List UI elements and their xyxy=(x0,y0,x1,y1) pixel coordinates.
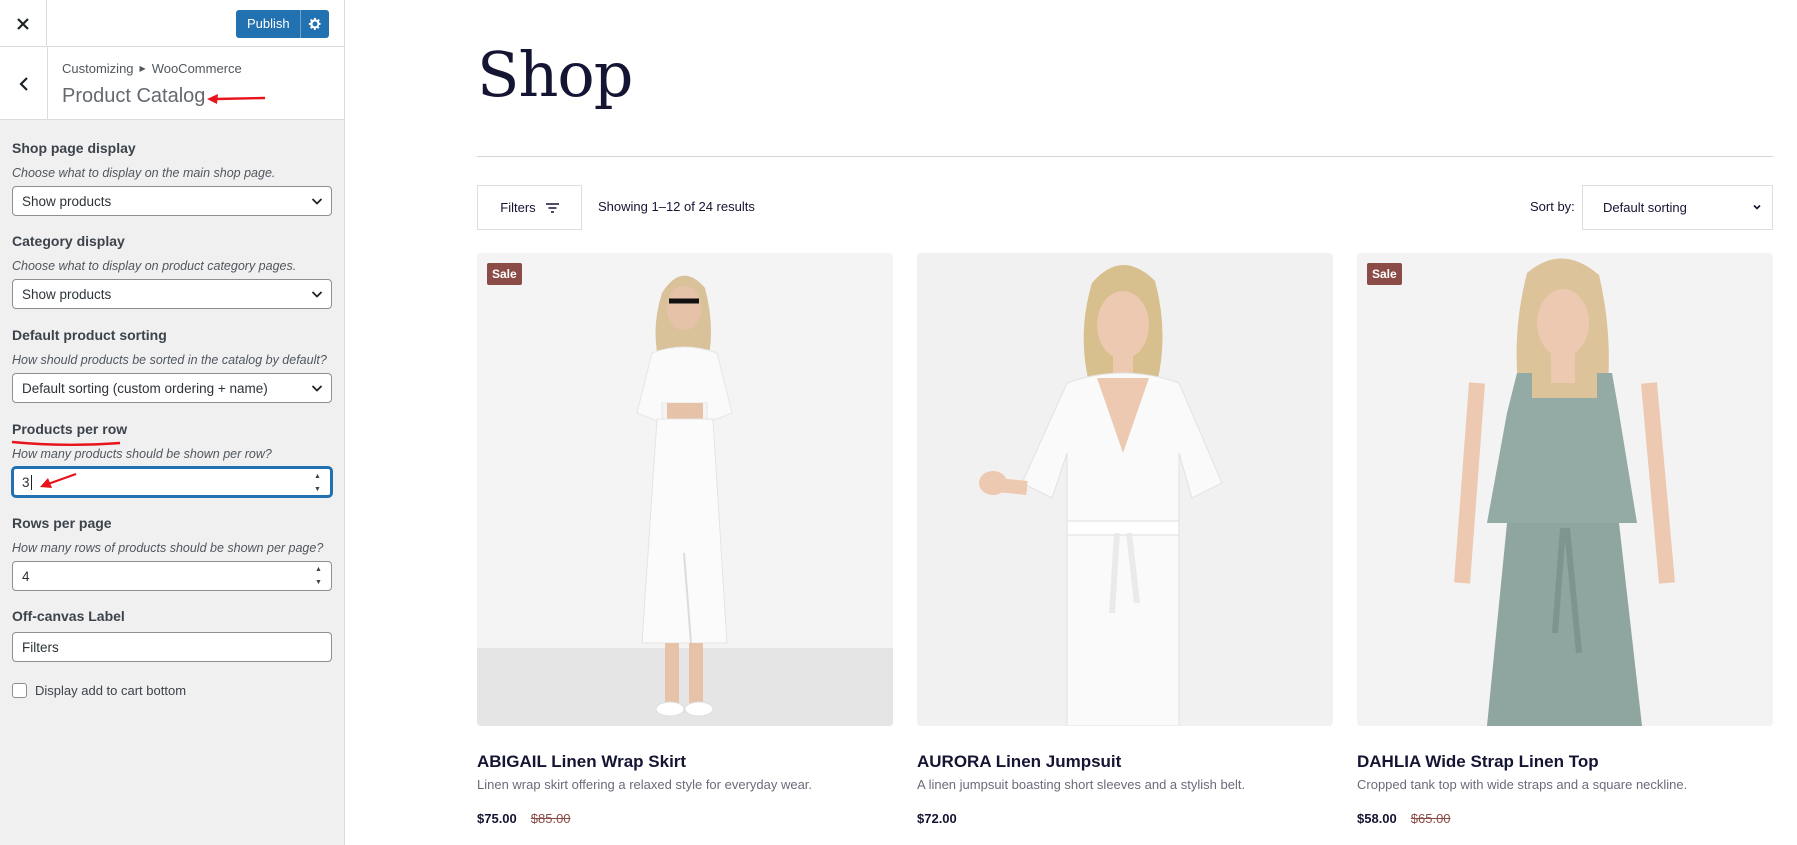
product-description: A linen jumpsuit boasting short sleeves … xyxy=(917,777,1246,792)
control-shop-page-display: Shop page display Choose what to display… xyxy=(12,140,334,216)
product-photo xyxy=(477,253,893,726)
spin-up-icon[interactable]: ▲ xyxy=(315,565,323,574)
sort-value: Default sorting xyxy=(1603,200,1687,215)
filters-label: Filters xyxy=(500,200,536,215)
filters-button[interactable]: Filters xyxy=(477,185,582,230)
control-default-sorting: Default product sorting How should produ… xyxy=(12,327,334,403)
page-title: Shop xyxy=(477,38,633,111)
spin-up-icon[interactable]: ▲ xyxy=(314,472,322,481)
control-offcanvas-label: Off-canvas Label Filters xyxy=(12,608,334,662)
current-price: $75.00 xyxy=(477,811,517,826)
control-description: Choose what to display on the main shop … xyxy=(12,166,276,180)
number-spinner[interactable]: ▲ ▼ xyxy=(314,472,322,494)
breadcrumb: Customizing ▶ WooCommerce xyxy=(62,61,242,76)
publish-label: Publish xyxy=(247,16,290,31)
select-value: Show products xyxy=(22,286,112,302)
product-card: Sale ABIGAIL Linen Wrap Skirt Linen wrap… xyxy=(477,253,893,826)
control-description: How many rows of products should be show… xyxy=(12,541,324,555)
product-image[interactable]: Sale xyxy=(1357,253,1773,726)
spin-down-icon[interactable]: ▼ xyxy=(315,578,323,587)
back-button[interactable] xyxy=(0,47,48,120)
product-price: $58.00 $65.00 xyxy=(1357,811,1451,826)
offcanvas-label-input[interactable]: Filters xyxy=(12,632,332,662)
rows-per-page-input[interactable]: 4 ▲ ▼ xyxy=(12,561,332,591)
original-price: $65.00 xyxy=(1410,811,1451,826)
control-title: Shop page display xyxy=(12,140,136,156)
publish-button[interactable]: Publish xyxy=(236,10,329,38)
control-title: Off-canvas Label xyxy=(12,608,125,624)
shop-page-display-select[interactable]: Show products xyxy=(12,186,332,216)
product-image[interactable] xyxy=(917,253,1333,726)
control-title: Default product sorting xyxy=(12,327,167,343)
product-price: $72.00 xyxy=(917,811,957,826)
current-price: $58.00 xyxy=(1357,811,1397,826)
chevron-down-icon xyxy=(311,385,323,392)
publish-settings-button[interactable] xyxy=(301,17,329,31)
result-count: Showing 1–12 of 24 results xyxy=(598,199,755,214)
product-image[interactable]: Sale xyxy=(477,253,893,726)
divider xyxy=(477,156,1773,157)
customizer-header: Publish xyxy=(0,0,344,47)
sort-label: Sort by: xyxy=(1530,199,1575,214)
chevron-down-icon xyxy=(311,198,323,205)
original-price: $85.00 xyxy=(530,811,571,826)
default-sorting-select[interactable]: Default sorting (custom ordering + name) xyxy=(12,373,332,403)
shop-preview: Shop Filters Showing 1–12 of 24 results … xyxy=(345,0,1797,845)
section-title: Product Catalog xyxy=(62,85,206,107)
add-to-cart-bottom-row: Display add to cart bottom xyxy=(12,683,186,698)
sort-select[interactable]: Default sorting xyxy=(1582,185,1773,230)
product-price: $75.00 $85.00 xyxy=(477,811,571,826)
control-rows-per-page: Rows per page How many rows of products … xyxy=(12,515,334,591)
product-name[interactable]: AURORA Linen Jumpsuit xyxy=(917,752,1121,772)
product-photo xyxy=(1357,253,1773,726)
input-value: 3 xyxy=(22,474,30,490)
annotation-underline xyxy=(11,440,121,446)
product-description: Cropped tank top with wide straps and a … xyxy=(1357,777,1688,792)
select-value: Default sorting (custom ordering + name) xyxy=(22,380,268,396)
annotation-arrow xyxy=(40,472,77,488)
annotation-arrow xyxy=(207,94,266,104)
chevron-left-icon xyxy=(18,76,28,91)
control-title: Products per row xyxy=(12,421,128,437)
add-to-cart-bottom-checkbox[interactable] xyxy=(12,683,27,698)
section-header: Customizing ▶ WooCommerce Product Catalo… xyxy=(0,47,344,120)
close-customizer-button[interactable] xyxy=(0,0,47,47)
product-card: AURORA Linen Jumpsuit A linen jumpsuit b… xyxy=(917,253,1333,826)
breadcrumb-item: WooCommerce xyxy=(151,61,242,76)
close-icon xyxy=(17,17,29,30)
product-name[interactable]: DAHLIA Wide Strap Linen Top xyxy=(1357,752,1599,772)
control-title: Category display xyxy=(12,233,125,249)
sale-badge: Sale xyxy=(1367,263,1402,285)
filter-lines-icon xyxy=(545,202,559,213)
checkbox-label: Display add to cart bottom xyxy=(35,683,187,698)
control-category-display: Category display Choose what to display … xyxy=(12,233,334,309)
current-price: $72.00 xyxy=(917,811,957,826)
input-value: 4 xyxy=(22,568,30,584)
select-value: Show products xyxy=(22,193,112,209)
control-description: How should products be sorted in the cat… xyxy=(12,353,327,367)
product-photo xyxy=(917,253,1333,726)
input-value: Filters xyxy=(22,639,59,655)
chevron-down-icon xyxy=(311,291,323,298)
category-display-select[interactable]: Show products xyxy=(12,279,332,309)
chevron-down-icon xyxy=(1753,204,1761,210)
breadcrumb-separator-icon: ▶ xyxy=(139,64,146,73)
breadcrumb-item: Customizing xyxy=(62,61,134,76)
number-spinner[interactable]: ▲ ▼ xyxy=(315,565,323,587)
product-description: Linen wrap skirt offering a relaxed styl… xyxy=(477,777,813,792)
customizer-sidebar: Publish Customizing ▶ WooCommerce Produc… xyxy=(0,0,345,845)
control-description: Choose what to display on product catego… xyxy=(12,259,297,273)
product-name[interactable]: ABIGAIL Linen Wrap Skirt xyxy=(477,752,686,772)
spin-down-icon[interactable]: ▼ xyxy=(314,485,322,494)
control-title: Rows per page xyxy=(12,515,112,531)
product-card: Sale DAHLIA Wide Strap Linen Top Cropped… xyxy=(1357,253,1773,826)
control-description: How many products should be shown per ro… xyxy=(12,447,272,461)
sale-badge: Sale xyxy=(487,263,522,285)
gear-icon xyxy=(308,17,321,30)
text-cursor xyxy=(30,474,32,490)
